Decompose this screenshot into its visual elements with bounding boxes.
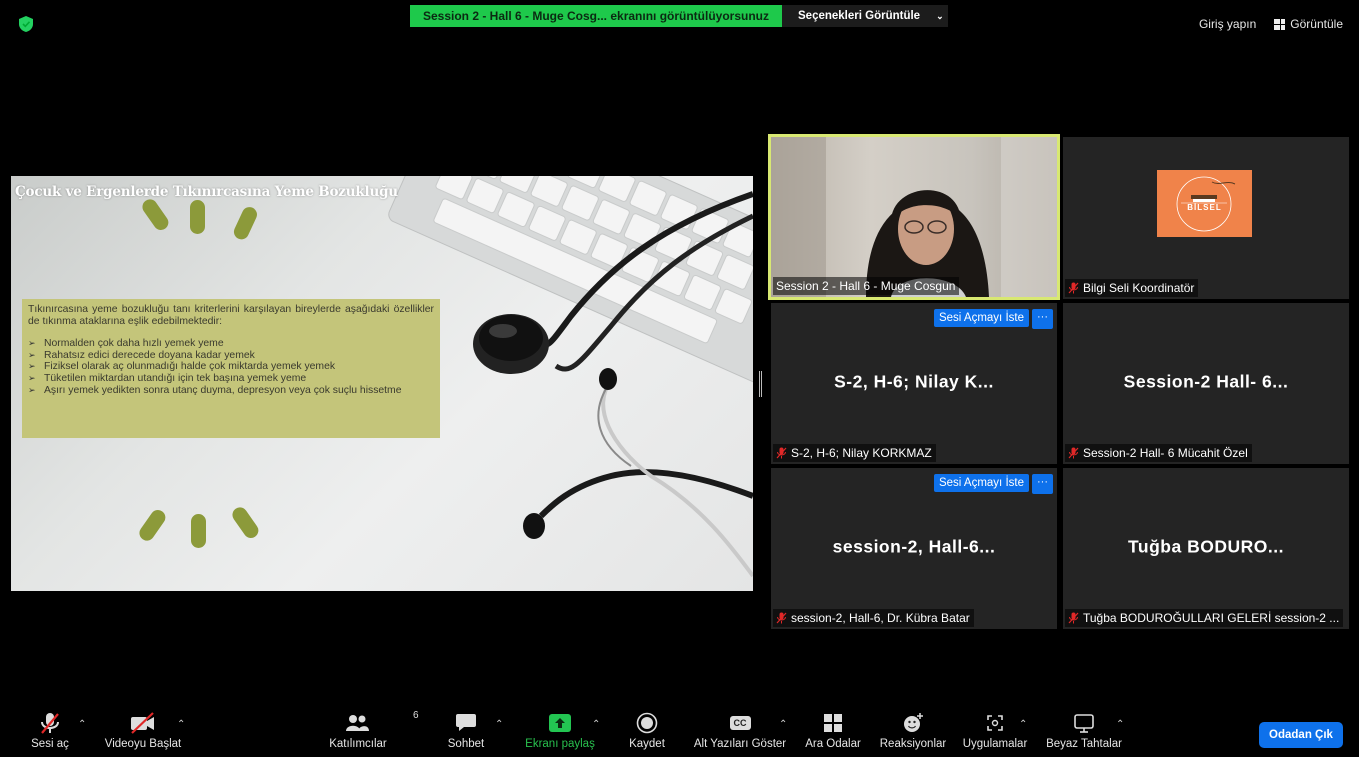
slide-bullet: Rahatsız edici derecede doyana kadar yem… (28, 350, 434, 362)
microphone-muted-icon (41, 713, 59, 734)
video-camera-off-icon (131, 712, 154, 734)
chevron-down-icon: ⌄ (936, 10, 944, 21)
participant-name: Session-2 Hall- 6 Mücahit Özel (1083, 446, 1248, 460)
chat-label: Sohbet (447, 738, 485, 750)
show-captions-button[interactable]: CC Alt Yazıları Göster (690, 708, 790, 750)
participant-name: S-2, H-6; Nilay KORKMAZ (791, 446, 932, 460)
view-options-label: Seçenekleri Görüntüle (798, 10, 921, 22)
screen-share-banner: Session 2 - Hall 6 - Muge Cosg... ekranı… (410, 5, 782, 27)
muted-microphone-icon (776, 612, 787, 624)
start-video-label: Videoyu Başlat (104, 738, 182, 750)
slide-bullet: Aşırı yemek yedikten sonra utanç duyma, … (28, 385, 434, 397)
closed-captions-icon: CC (729, 716, 751, 730)
meeting-toolbar: Sesi aç ⌃ Videoyu Başlat ⌃ 6 Katılımcıla… (0, 708, 1359, 757)
participants-icon (346, 715, 369, 731)
participant-nameplate: Bilgi Seli Koordinatör (1065, 279, 1199, 297)
chat-options-caret-icon[interactable]: ⌃ (495, 719, 503, 730)
show-captions-label: Alt Yazıları Göster (693, 738, 787, 750)
muted-microphone-icon (1068, 612, 1079, 624)
participant-name: Bilgi Seli Koordinatör (1083, 281, 1195, 295)
ask-to-unmute-button[interactable]: Sesi Açmayı İste (933, 474, 1029, 492)
participant-tile[interactable]: Sesi Açmayı İste ··· S-2, H-6; Nilay K..… (771, 303, 1057, 464)
participant-display-name: S-2, H-6; Nilay K... (834, 370, 994, 391)
slide-bullet: Fiziksel olarak aç olunmadığı halde çok … (28, 361, 434, 373)
slide-text-box: Tıkınırcasına yeme bozukluğu tanı kriter… (22, 299, 440, 438)
participant-tile[interactable]: Sesi Açmayı İste ··· session-2, Hall-6..… (771, 468, 1057, 629)
audio-options-caret-icon[interactable]: ⌃ (78, 719, 86, 730)
participant-video (771, 137, 1057, 297)
participant-nameplate: Tuğba BODUROĞULLARI GELERİ session-2 ... (1065, 609, 1344, 627)
whiteboards-label: Beyaz Tahtalar (1046, 738, 1122, 750)
participant-nameplate: S-2, H-6; Nilay KORKMAZ (773, 444, 936, 462)
whiteboard-icon (1074, 714, 1094, 733)
participant-display-name: session-2, Hall-6... (832, 535, 996, 556)
participant-tile-coordinator[interactable]: BİLSEL Bilgi Seli Koordinatör (1063, 137, 1349, 299)
sign-in-link[interactable]: Giriş yapın (1199, 17, 1256, 31)
slide-bullet-list: Normalden çok daha hızlı yemek yeme Raha… (28, 338, 434, 396)
participant-tile[interactable]: Session-2 Hall- 6... Session-2 Hall- 6 M… (1063, 303, 1349, 464)
apps-button[interactable]: Uygulamalar (945, 708, 1045, 750)
slide-bullet: Tüketilen miktardan utandığı için tek ba… (28, 373, 434, 385)
organization-logo: BİLSEL (1157, 170, 1252, 237)
breakout-rooms-icon (824, 714, 842, 732)
unmute-label: Sesi aç (31, 738, 69, 750)
record-label: Kaydet (629, 738, 665, 750)
participant-name: session-2, Hall-6, Dr. Kübra Batar (791, 611, 970, 625)
shared-screen-slide: Çocuk ve Ergenlerde Tıkınırcasına Yeme B… (11, 176, 753, 591)
participants-button[interactable]: 6 Katılımcılar (308, 708, 418, 750)
slide-title: Çocuk ve Ergenlerde Tıkınırcasına Yeme B… (15, 184, 398, 200)
muted-microphone-icon (776, 447, 787, 459)
view-button[interactable]: Görüntüle (1274, 17, 1343, 31)
whiteboard-options-caret-icon[interactable]: ⌃ (1116, 719, 1124, 730)
logo-text: BİLSEL (1187, 203, 1222, 212)
record-button[interactable]: Kaydet (597, 708, 697, 750)
participant-nameplate: Session-2 Hall- 6 Mücahit Özel (1065, 444, 1252, 462)
reactions-label: Reaksiyonlar (879, 738, 947, 750)
breakout-rooms-label: Ara Odalar (805, 738, 861, 750)
ask-to-unmute-button[interactable]: Sesi Açmayı İste (933, 309, 1029, 327)
more-options-button[interactable]: ··· (1032, 474, 1053, 494)
top-right-controls: Giriş yapın Görüntüle (1199, 17, 1343, 31)
chat-bubble-icon (456, 714, 476, 731)
participant-nameplate: session-2, Hall-6, Dr. Kübra Batar (773, 609, 974, 627)
participant-name: Tuğba BODUROĞULLARI GELERİ session-2 ... (1083, 611, 1340, 625)
share-screen-label: Ekranı paylaş (525, 738, 595, 750)
participant-tile-active-speaker[interactable]: Session 2 - Hall 6 - Muge Cosgun (768, 134, 1060, 300)
participant-display-name: Tuğba BODURO... (1128, 535, 1284, 556)
leave-meeting-button[interactable]: Odadan Çık (1259, 722, 1343, 748)
apps-icon (987, 715, 1003, 731)
reactions-smiley-icon (904, 713, 923, 732)
split-view-resize-handle[interactable] (759, 371, 762, 397)
slide-bullet: Normalden çok daha hızlı yemek yeme (28, 338, 434, 350)
apps-options-caret-icon[interactable]: ⌃ (1019, 719, 1027, 730)
keyboard-illustration (388, 176, 753, 388)
view-layout-icon (1274, 18, 1286, 30)
muted-microphone-icon (1068, 282, 1079, 294)
muted-microphone-icon (1068, 447, 1079, 459)
view-options-button[interactable]: Seçenekleri Görüntüle ⌄ (782, 5, 948, 27)
participant-name: Session 2 - Hall 6 - Muge Cosgun (776, 279, 956, 293)
apps-label: Uygulamalar (962, 738, 1028, 750)
share-banner-text: Session 2 - Hall 6 - Muge Cosg... ekranı… (422, 9, 770, 23)
view-label: Görüntüle (1290, 17, 1343, 31)
more-options-button[interactable]: ··· (1032, 309, 1053, 329)
slide-intro: Tıkınırcasına yeme bozukluğu tanı kriter… (28, 304, 434, 327)
security-shield-icon[interactable] (19, 16, 33, 32)
participant-nameplate: Session 2 - Hall 6 - Muge Cosgun (773, 277, 960, 295)
participant-display-name: Session-2 Hall- 6... (1123, 370, 1289, 391)
share-screen-icon (549, 714, 571, 732)
participant-tile[interactable]: Tuğba BODURO... Tuğba BODUROĞULLARI GELE… (1063, 468, 1349, 629)
participants-label: Katılımcılar (329, 738, 387, 750)
record-icon (636, 712, 658, 734)
video-options-caret-icon[interactable]: ⌃ (177, 719, 185, 730)
